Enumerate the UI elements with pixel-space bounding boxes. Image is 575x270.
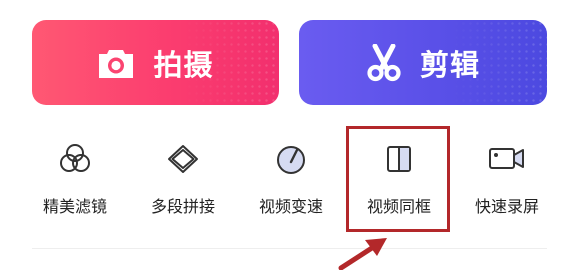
tool-speed-change[interactable]: 视频变速: [236, 135, 346, 225]
scissors-icon: [367, 43, 401, 81]
edit-button-label: 剪辑: [419, 47, 480, 82]
divider: [32, 248, 547, 249]
tool-screen-record[interactable]: 快速录屏: [452, 135, 562, 225]
tool-label: 快速录屏: [474, 197, 539, 216]
filter-circles-icon: [60, 144, 90, 172]
tool-label: 多段拼接: [150, 197, 215, 216]
highlight-box: [346, 126, 450, 232]
edit-button[interactable]: 剪辑: [299, 20, 547, 105]
tool-label: 视频变速: [258, 197, 323, 216]
shoot-button[interactable]: 拍摄: [32, 20, 279, 105]
tool-multi-segment-stitch[interactable]: 多段拼接: [128, 135, 238, 225]
diamond-layers-icon: [168, 145, 198, 173]
screen-record-icon: [489, 148, 524, 169]
speed-gauge-icon: [277, 146, 305, 174]
camera-icon: [99, 49, 134, 78]
tool-filters[interactable]: 精美滤镜: [20, 135, 130, 225]
shoot-button-label: 拍摄: [153, 47, 214, 82]
tool-label: 精美滤镜: [42, 197, 107, 216]
pointer-arrow-icon: [338, 238, 387, 270]
